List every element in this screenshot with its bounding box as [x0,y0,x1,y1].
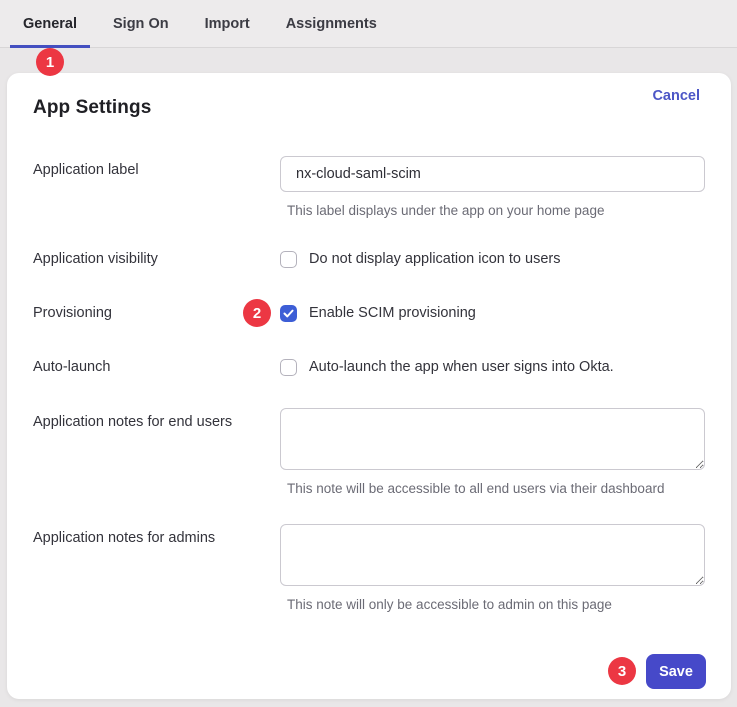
tab-sign-on[interactable]: Sign On [100,0,182,47]
step-badge-3: 3 [608,657,636,685]
tab-import[interactable]: Import [192,0,263,47]
step-badge-2: 2 [243,299,271,327]
notes-admins-label: Application notes for admins [33,524,280,547]
notes-end-users-label: Application notes for end users [33,408,280,431]
tab-general[interactable]: General [10,0,90,47]
tab-bar: General Sign On Import Assignments [0,0,737,48]
application-label-row: Application label [33,156,705,192]
notes-end-users-textarea[interactable] [280,408,705,470]
notes-end-users-row: Application notes for end users [33,408,705,470]
cancel-link[interactable]: Cancel [652,88,700,104]
tab-assignments-label: Assignments [286,16,377,32]
tab-import-label: Import [205,16,250,32]
provisioning-checkbox[interactable] [280,305,297,322]
check-icon [283,309,294,318]
save-button[interactable]: Save [646,654,706,689]
auto-launch-label: Auto-launch [33,358,280,376]
page-title: App Settings [33,97,151,119]
application-visibility-row: Application visibility Do not display ap… [33,250,705,268]
notes-admins-helper: This note will only be accessible to adm… [287,597,612,612]
notes-admins-textarea[interactable] [280,524,705,586]
app-settings-card: App Settings Cancel Application label Th… [7,73,731,699]
step-badge-1: 1 [36,48,64,76]
notes-admins-row: Application notes for admins [33,524,705,586]
tab-general-label: General [23,16,77,32]
tab-assignments[interactable]: Assignments [273,0,390,47]
application-label-helper: This label displays under the app on you… [287,203,604,218]
application-label-label: Application label [33,156,280,179]
application-visibility-checkbox[interactable] [280,251,297,268]
provisioning-checkbox-label: Enable SCIM provisioning [309,305,476,321]
notes-end-users-helper: This note will be accessible to all end … [287,481,664,496]
application-visibility-checkbox-label: Do not display application icon to users [309,251,560,267]
application-visibility-label: Application visibility [33,250,280,268]
provisioning-row: Provisioning Enable SCIM provisioning [33,304,705,322]
auto-launch-row: Auto-launch Auto-launch the app when use… [33,358,705,376]
auto-launch-checkbox[interactable] [280,359,297,376]
tab-sign-on-label: Sign On [113,16,169,32]
auto-launch-checkbox-label: Auto-launch the app when user signs into… [309,359,614,375]
application-label-input[interactable] [280,156,705,192]
